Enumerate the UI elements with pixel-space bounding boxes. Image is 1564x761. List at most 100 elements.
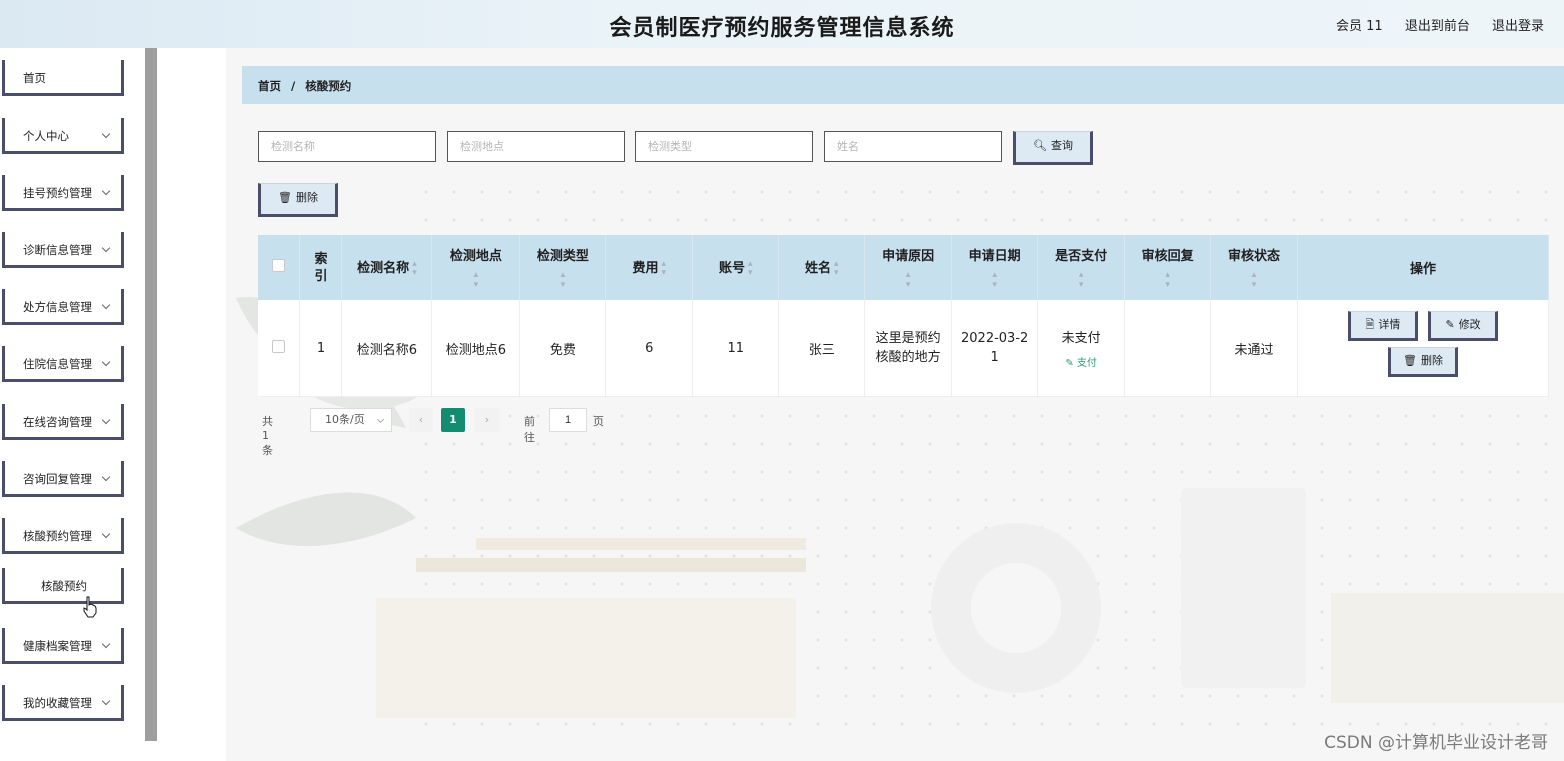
- col-location-label: 检测地点: [449, 249, 502, 264]
- sort-icon[interactable]: ▴ ▾: [662, 259, 667, 278]
- pay-link[interactable]: ✎ 支付: [1042, 354, 1120, 369]
- sidebar-item-personal-center[interactable]: 个人中心: [2, 118, 124, 154]
- sidebar-item-prescription[interactable]: 处方信息管理: [2, 289, 124, 325]
- chevron-down-icon: [101, 696, 111, 706]
- col-reply[interactable]: 审核回复 ▴ ▾: [1124, 235, 1212, 300]
- chevron-down-icon: [101, 472, 111, 482]
- col-fee[interactable]: 费用 ▴ ▾: [605, 235, 694, 300]
- col-index: 索引: [299, 235, 343, 300]
- col-location[interactable]: 检测地点 ▴ ▾: [431, 235, 521, 300]
- col-name-label: 检测名称: [357, 261, 410, 277]
- prev-page-button[interactable]: ‹: [409, 408, 433, 432]
- edit-icon: ✎: [1065, 358, 1074, 369]
- trash-icon: 🗑︎: [278, 191, 292, 204]
- batch-delete-label: 删除: [295, 191, 318, 204]
- sidebar-item-registration[interactable]: 挂号预约管理: [2, 175, 124, 211]
- sidebar-subitem-nucleic-booking[interactable]: 核酸预约: [2, 568, 124, 604]
- cell-person: 张三: [778, 300, 866, 397]
- logout-link[interactable]: 退出登录: [1492, 19, 1544, 34]
- sort-icon[interactable]: ▴ ▾: [1211, 270, 1297, 290]
- col-status[interactable]: 审核状态 ▴ ▾: [1210, 235, 1299, 300]
- sort-icon[interactable]: ▴ ▾: [520, 270, 605, 290]
- sort-icon[interactable]: ▴ ▾: [865, 270, 951, 290]
- current-user: 会员 11: [1336, 19, 1383, 34]
- sort-icon[interactable]: ▴ ▾: [952, 270, 1037, 290]
- col-name[interactable]: 检测名称 ▴ ▾: [341, 235, 433, 300]
- top-links: 会员 11 退出到前台 退出登录: [1318, 15, 1544, 34]
- search-name-input[interactable]: [258, 131, 436, 162]
- sort-icon[interactable]: ▴ ▾: [1038, 270, 1124, 290]
- chevron-down-icon: [101, 529, 111, 539]
- cell-date-text: 2022-03-21: [961, 331, 1029, 365]
- chevron-down-icon: [101, 129, 111, 139]
- cell-location: 检测地点6: [431, 300, 521, 397]
- breadcrumb-home[interactable]: 首页: [258, 79, 281, 93]
- chevron-down-icon: [101, 243, 111, 253]
- row-checkbox[interactable]: [272, 339, 286, 353]
- trash-icon: 🗑︎: [1403, 354, 1417, 367]
- sidebar-item-nucleic-mgmt[interactable]: 核酸预约管理: [2, 518, 124, 554]
- back-to-frontend-link[interactable]: 退出到前台: [1405, 19, 1470, 34]
- cell-reason: 这里是预约核酸的地方: [864, 300, 953, 397]
- document-icon: 🗎︎: [1365, 318, 1375, 331]
- next-page-button[interactable]: ›: [475, 408, 499, 432]
- sidebar-item-favorites[interactable]: 我的收藏管理: [2, 685, 124, 721]
- chevron-down-icon: [101, 357, 111, 367]
- col-type[interactable]: 检测类型 ▴ ▾: [519, 235, 607, 300]
- sidebar-item-consult-reply[interactable]: 咨询回复管理: [2, 461, 124, 497]
- sort-icon[interactable]: ▴ ▾: [1125, 270, 1210, 290]
- select-all-cell: [258, 235, 301, 300]
- chevron-down-icon: [101, 639, 111, 649]
- sidebar-scrollbar[interactable]: [145, 48, 157, 741]
- detail-button[interactable]: 🗎︎ 详情: [1347, 311, 1418, 341]
- sidebar: 首页 个人中心 挂号预约管理 诊断信息管理 处方信息管理 住院信息管理 在线咨询…: [0, 48, 145, 761]
- sidebar-item-label: 住院信息管理: [23, 357, 92, 371]
- col-date[interactable]: 申请日期 ▴ ▾: [951, 235, 1039, 300]
- col-fee-label: 费用: [632, 261, 659, 277]
- sort-icon[interactable]: ▴ ▾: [412, 259, 417, 278]
- cell-reply: [1124, 300, 1212, 397]
- page-number-button[interactable]: 1: [441, 408, 465, 432]
- query-button-label: 查询: [1050, 139, 1073, 152]
- breadcrumb: 首页 / 核酸预约: [242, 66, 1564, 104]
- search-location-input[interactable]: [447, 131, 625, 162]
- sidebar-item-online-consult[interactable]: 在线咨询管理: [2, 404, 124, 440]
- detail-button-label: 详情: [1378, 318, 1401, 331]
- sidebar-item-label: 个人中心: [23, 129, 69, 143]
- cell-ops: 🗎︎ 详情 ✎ 修改 🗑︎ 删除: [1297, 300, 1549, 397]
- search-person-input[interactable]: [824, 131, 1002, 162]
- sidebar-item-diagnosis[interactable]: 诊断信息管理: [2, 232, 124, 268]
- goto-page-input[interactable]: [549, 408, 587, 432]
- sidebar-item-label: 首页: [23, 71, 46, 85]
- row-delete-button[interactable]: 🗑︎ 删除: [1388, 347, 1458, 377]
- chevron-down-icon: [376, 415, 385, 424]
- pencil-icon: ✎: [1445, 318, 1455, 331]
- sidebar-item-home[interactable]: 首页: [2, 60, 124, 96]
- sidebar-item-label: 在线咨询管理: [23, 415, 92, 429]
- page-size-select[interactable]: 10条/页: [310, 408, 392, 432]
- sort-icon[interactable]: ▴ ▾: [432, 270, 519, 290]
- cell-account: 11: [692, 300, 780, 397]
- select-all-checkbox[interactable]: [272, 259, 286, 272]
- cell-index: 1: [299, 300, 343, 397]
- edit-button[interactable]: ✎ 修改: [1428, 311, 1499, 341]
- sort-icon[interactable]: ▴ ▾: [834, 259, 839, 278]
- table-row: 1 检测名称6 检测地点6 免费 6 11 张三 这里是预约核酸的地方 2022…: [258, 300, 1549, 397]
- cell-paid-text: 未支付: [1061, 331, 1101, 346]
- top-header: 会员制医疗预约服务管理信息系统 会员 11 退出到前台 退出登录: [0, 0, 1564, 48]
- cell-reason-text: 这里是预约核酸的地方: [875, 331, 941, 365]
- col-account[interactable]: 账号 ▴ ▾: [692, 235, 780, 300]
- search-type-input[interactable]: [635, 131, 813, 162]
- watermark: CSDN @计算机毕业设计老哥: [1324, 733, 1548, 753]
- query-button[interactable]: 🔍︎ 查询: [1013, 131, 1093, 165]
- col-paid[interactable]: 是否支付 ▴ ▾: [1037, 235, 1126, 300]
- col-index-label: 索引: [314, 251, 328, 284]
- row-select-cell: [258, 300, 301, 397]
- sidebar-item-hospitalization[interactable]: 住院信息管理: [2, 346, 124, 382]
- sidebar-item-health-records[interactable]: 健康档案管理: [2, 628, 124, 664]
- col-reason[interactable]: 申请原因 ▴ ▾: [864, 235, 953, 300]
- col-ops-label: 操作: [1410, 262, 1437, 277]
- sort-icon[interactable]: ▴ ▾: [748, 259, 753, 278]
- batch-delete-button[interactable]: 🗑︎ 删除: [258, 183, 338, 217]
- col-person[interactable]: 姓名 ▴ ▾: [778, 235, 866, 300]
